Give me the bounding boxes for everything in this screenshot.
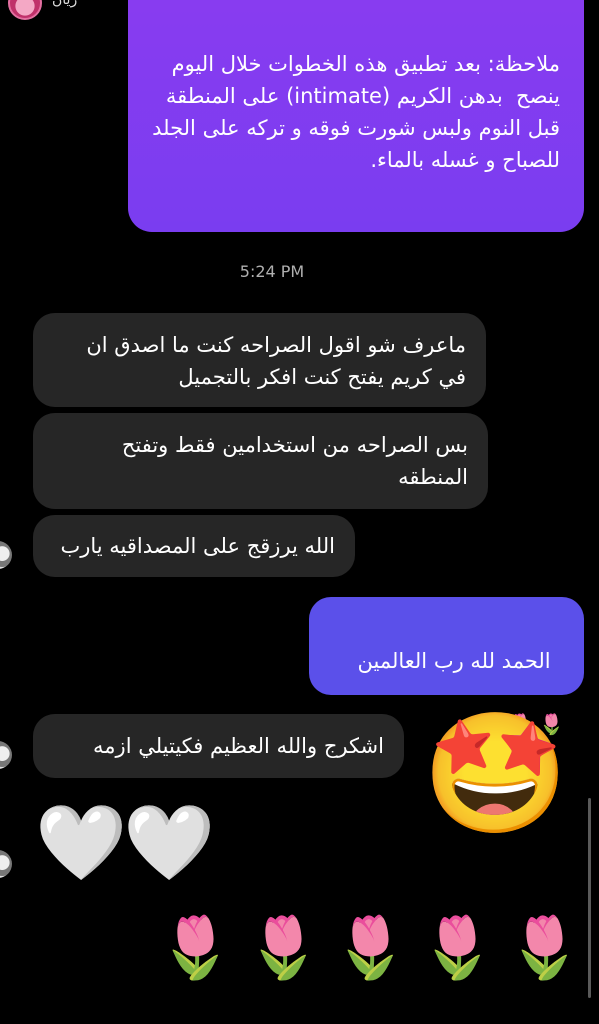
tulip-emoji[interactable]: 🌷 — [507, 918, 582, 978]
contact-name[interactable]: ريان — [52, 0, 77, 8]
tulip-emoji[interactable]: 🌷 — [420, 918, 495, 978]
outgoing-message-text: الحمد لله رب العالمين — [357, 649, 551, 673]
incoming-message[interactable]: بس الصراحه من استخدامين فقط وتفتح المنطق… — [33, 413, 488, 509]
sender-avatar[interactable] — [0, 850, 12, 878]
incoming-message[interactable]: الله يرزقج على المصداقيه يارب — [33, 515, 355, 577]
tulip-emoji[interactable]: 🌷 — [158, 918, 233, 978]
sender-avatar[interactable] — [0, 541, 12, 569]
star-struck-emoji[interactable]: 🤩 — [422, 714, 569, 832]
white-heart-emoji[interactable]: 🤍 — [35, 806, 127, 880]
contact-avatar[interactable] — [8, 0, 42, 20]
tulip-emoji[interactable]: 🌷 — [333, 918, 408, 978]
incoming-message[interactable]: اشكرج والله العظيم فكيتيلي ازمه — [33, 714, 404, 778]
outgoing-message-note[interactable]: ملاحظة: بعد تطبيق هذه الخطوات خلال اليوم… — [128, 0, 584, 232]
scrollbar[interactable] — [588, 798, 591, 998]
message-timestamp: 5:24 PM — [239, 262, 305, 281]
tulip-emoji[interactable]: 🌷 — [246, 918, 321, 978]
white-heart-emoji[interactable]: 🤍 — [123, 806, 215, 880]
incoming-message[interactable]: ماعرف شو اقول الصراحه كنت ما اصدق ان في … — [33, 313, 486, 407]
sender-avatar[interactable] — [0, 741, 12, 769]
outgoing-message-hamd[interactable]: الحمد لله رب العالمين 🌷 🌷 — [309, 597, 584, 736]
